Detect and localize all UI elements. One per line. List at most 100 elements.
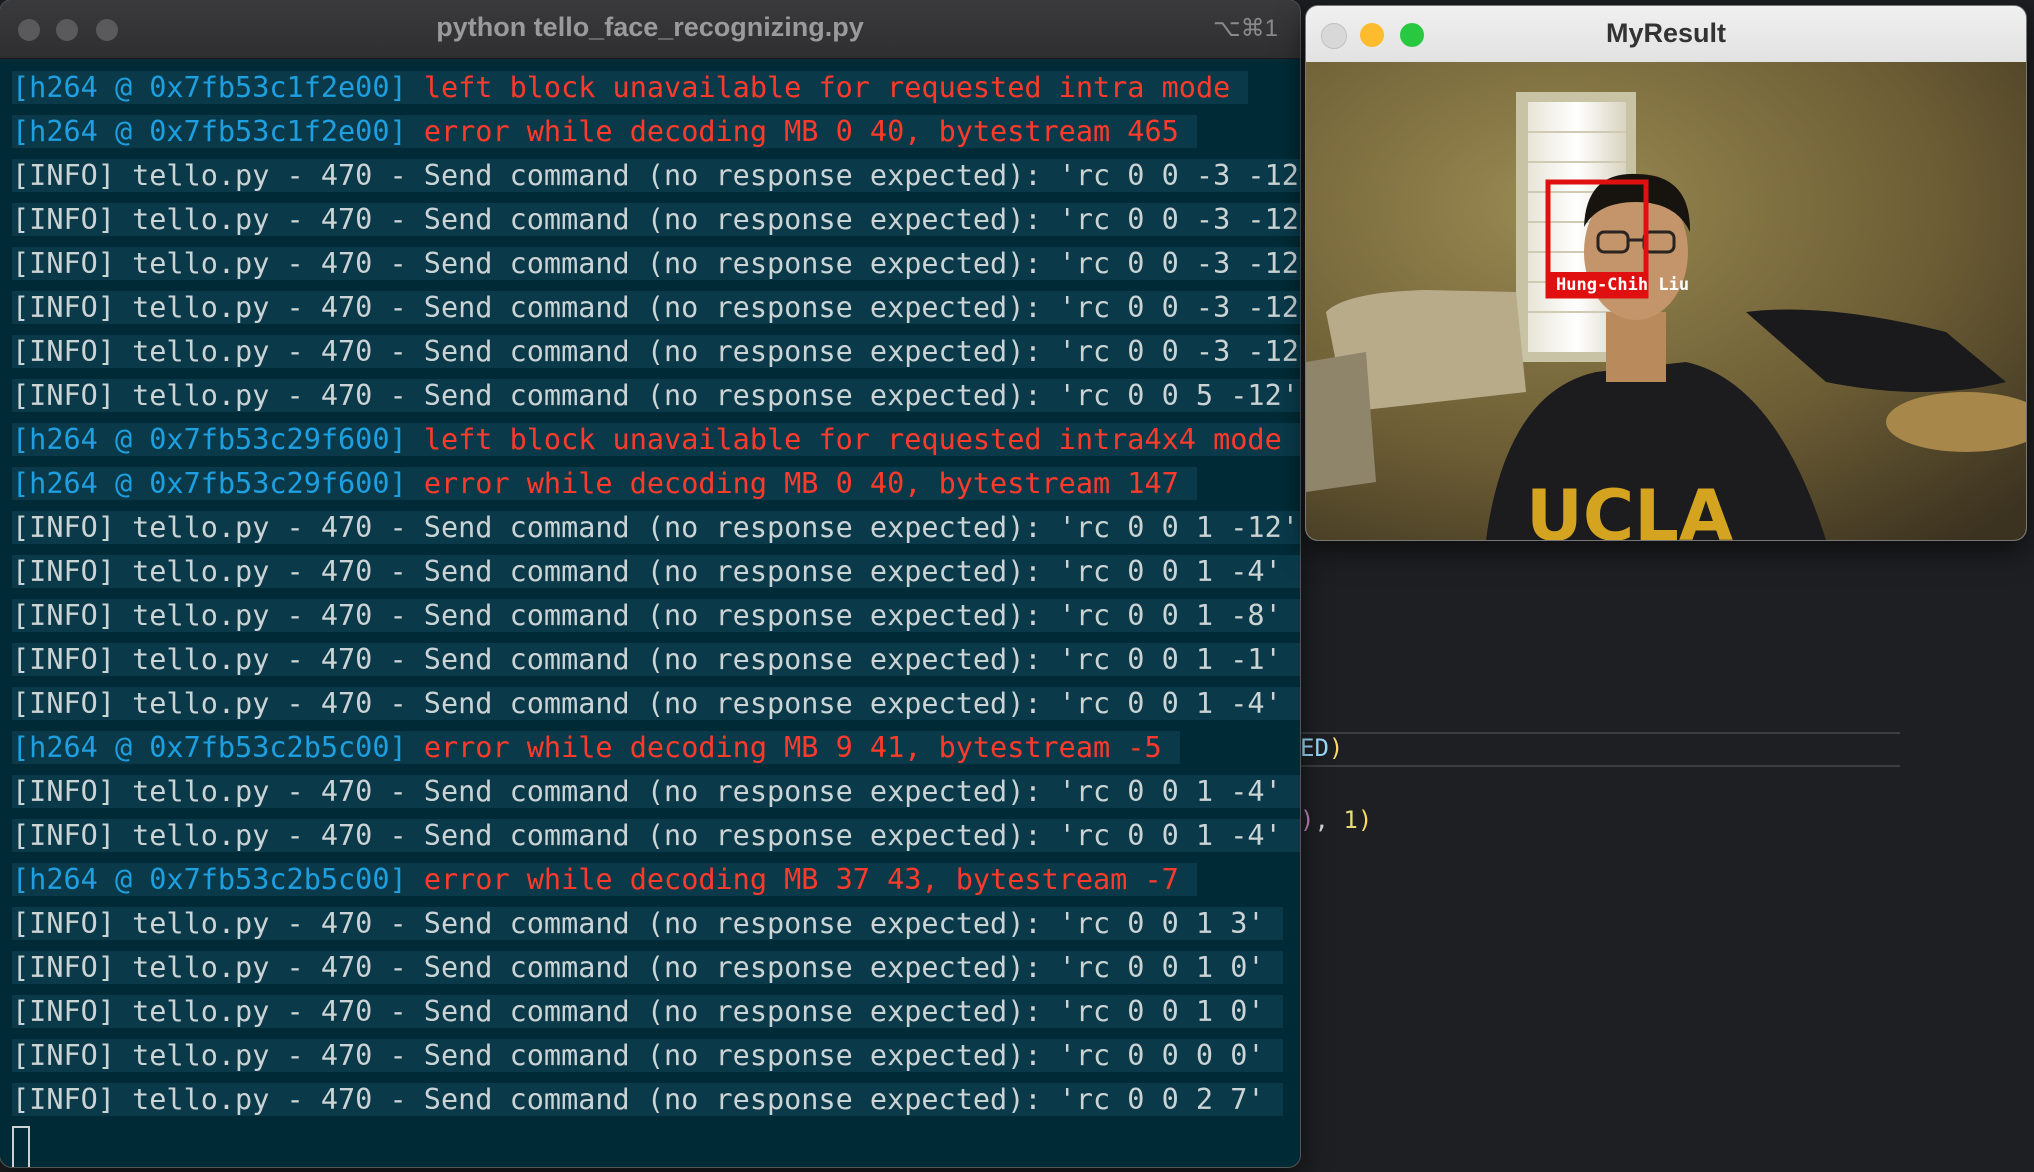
line-highlight: [h264 @ 0x7fb53c1f2e00] left block unava… <box>12 71 1249 104</box>
error-message: error while decoding MB 0 40, bytestream… <box>406 115 1179 148</box>
line-highlight: [h264 @ 0x7fb53c1f2e00] error while deco… <box>12 115 1197 148</box>
info-message: [INFO] tello.py - 470 - Send command (no… <box>12 1083 1265 1116</box>
error-message: left block unavailable for requested int… <box>406 423 1300 456</box>
result-window[interactable]: MyResult UCLA Hung-Chih Liu <box>1306 6 2026 540</box>
line-highlight: [INFO] tello.py - 470 - Send command (no… <box>12 379 1300 412</box>
line-highlight: [INFO] tello.py - 470 - Send command (no… <box>12 1083 1283 1116</box>
terminal-error-line: [h264 @ 0x7fb53c1f2e00] left block unava… <box>12 66 1300 110</box>
code-text: ED <box>1300 734 1329 762</box>
line-highlight: [h264 @ 0x7fb53c29f600] error while deco… <box>12 467 1197 500</box>
text-cursor <box>12 1126 30 1167</box>
code-fragment[interactable]: ED) <box>1300 734 1343 762</box>
info-message: [INFO] tello.py - 470 - Send command (no… <box>12 907 1265 940</box>
line-highlight: [h264 @ 0x7fb53c29f600] left block unava… <box>12 423 1300 456</box>
terminal-info-line: [INFO] tello.py - 470 - Send command (no… <box>12 286 1300 330</box>
code-number: 1 <box>1343 806 1358 834</box>
terminal-info-line: [INFO] tello.py - 470 - Send command (no… <box>12 770 1300 814</box>
terminal-error-line: [h264 @ 0x7fb53c29f600] error while deco… <box>12 462 1300 506</box>
line-highlight: [INFO] tello.py - 470 - Send command (no… <box>12 643 1300 676</box>
terminal-info-line: [INFO] tello.py - 470 - Send command (no… <box>12 154 1300 198</box>
line-highlight: [INFO] tello.py - 470 - Send command (no… <box>12 203 1300 236</box>
info-message: [INFO] tello.py - 470 - Send command (no… <box>12 247 1300 280</box>
line-highlight: [INFO] tello.py - 470 - Send command (no… <box>12 291 1300 324</box>
code-paren: ) <box>1300 806 1315 834</box>
terminal-error-line: [h264 @ 0x7fb53c2b5c00] error while deco… <box>12 858 1300 902</box>
info-message: [INFO] tello.py - 470 - Send command (no… <box>12 379 1299 412</box>
info-message: [INFO] tello.py - 470 - Send command (no… <box>12 555 1282 588</box>
line-highlight: [h264 @ 0x7fb53c2b5c00] error while deco… <box>12 731 1180 764</box>
line-highlight: [INFO] tello.py - 470 - Send command (no… <box>12 159 1300 192</box>
decoder-address: [h264 @ 0x7fb53c2b5c00] <box>12 863 407 896</box>
line-highlight: [INFO] tello.py - 470 - Send command (no… <box>12 819 1300 852</box>
terminal-info-line: [INFO] tello.py - 470 - Send command (no… <box>12 902 1300 946</box>
line-highlight: [INFO] tello.py - 470 - Send command (no… <box>12 951 1283 984</box>
terminal-info-line: [INFO] tello.py - 470 - Send command (no… <box>12 990 1300 1034</box>
info-message: [INFO] tello.py - 470 - Send command (no… <box>12 995 1265 1028</box>
error-message: error while decoding MB 0 40, bytestream… <box>406 467 1179 500</box>
person-neck <box>1606 312 1666 382</box>
info-message: [INFO] tello.py - 470 - Send command (no… <box>12 291 1300 324</box>
sofa-arm <box>1306 352 1376 492</box>
line-highlight: [INFO] tello.py - 470 - Send command (no… <box>12 335 1300 368</box>
info-message: [INFO] tello.py - 470 - Send command (no… <box>12 511 1299 544</box>
terminal-info-line: [INFO] tello.py - 470 - Send command (no… <box>12 506 1300 550</box>
face-name-label: Hung-Chih Liu <box>1556 275 1689 295</box>
terminal-info-line: [INFO] tello.py - 470 - Send command (no… <box>12 550 1300 594</box>
line-highlight: [h264 @ 0x7fb53c2b5c00] error while deco… <box>12 863 1197 896</box>
error-message: error while decoding MB 9 41, bytestream… <box>406 731 1162 764</box>
info-message: [INFO] tello.py - 470 - Send command (no… <box>12 687 1282 720</box>
info-message: [INFO] tello.py - 470 - Send command (no… <box>12 159 1300 192</box>
terminal-info-line: [INFO] tello.py - 470 - Send command (no… <box>12 682 1300 726</box>
terminal-title: python tello_face_recognizing.py <box>436 12 864 42</box>
line-highlight: [INFO] tello.py - 470 - Send command (no… <box>12 1039 1283 1072</box>
terminal-info-line: [INFO] tello.py - 470 - Send command (no… <box>12 1078 1300 1122</box>
decoder-address: [h264 @ 0x7fb53c29f600] <box>12 467 407 500</box>
terminal-info-line: [INFO] tello.py - 470 - Send command (no… <box>12 1034 1300 1078</box>
code-paren: ) <box>1357 806 1373 834</box>
code-fragment[interactable]: ), 1) <box>1300 806 1372 834</box>
result-titlebar[interactable]: MyResult <box>1306 6 2026 63</box>
line-highlight: [INFO] tello.py - 470 - Send command (no… <box>12 511 1300 544</box>
info-message: [INFO] tello.py - 470 - Send command (no… <box>12 599 1282 632</box>
terminal-info-line: [INFO] tello.py - 470 - Send command (no… <box>12 594 1300 638</box>
info-message: [INFO] tello.py - 470 - Send command (no… <box>12 1039 1265 1072</box>
error-message: left block unavailable for requested int… <box>406 71 1231 104</box>
info-message: [INFO] tello.py - 470 - Send command (no… <box>12 643 1282 676</box>
decoder-address: [h264 @ 0x7fb53c1f2e00] <box>12 115 407 148</box>
code-paren: ) <box>1328 734 1344 762</box>
info-message: [INFO] tello.py - 470 - Send command (no… <box>12 335 1300 368</box>
terminal-info-line: [INFO] tello.py - 470 - Send command (no… <box>12 814 1300 858</box>
line-highlight: [INFO] tello.py - 470 - Send command (no… <box>12 775 1300 808</box>
terminal-info-line: [INFO] tello.py - 470 - Send command (no… <box>12 330 1300 374</box>
decoder-address: [h264 @ 0x7fb53c29f600] <box>12 423 407 456</box>
line-highlight: [INFO] tello.py - 470 - Send command (no… <box>12 555 1300 588</box>
prompt-line[interactable] <box>12 1122 1300 1167</box>
terminal-window[interactable]: python tello_face_recognizing.py ⌥⌘1 [h2… <box>0 0 1300 1167</box>
result-title: MyResult <box>1605 18 1727 48</box>
terminal-error-line: [h264 @ 0x7fb53c1f2e00] error while deco… <box>12 110 1300 154</box>
decoder-address: [h264 @ 0x7fb53c2b5c00] <box>12 731 407 764</box>
shirt-print: UCLA <box>1526 475 1733 540</box>
code-text: , <box>1314 806 1344 834</box>
editor-divider <box>1300 765 1900 767</box>
line-highlight: [INFO] tello.py - 470 - Send command (no… <box>12 687 1300 720</box>
error-message: error while decoding MB 37 43, bytestrea… <box>406 863 1179 896</box>
decoder-address: [h264 @ 0x7fb53c1f2e00] <box>12 71 407 104</box>
line-highlight: [INFO] tello.py - 470 - Send command (no… <box>12 247 1300 280</box>
terminal-info-line: [INFO] tello.py - 470 - Send command (no… <box>12 638 1300 682</box>
terminal-info-line: [INFO] tello.py - 470 - Send command (no… <box>12 374 1300 418</box>
terminal-titlebar[interactable]: python tello_face_recognizing.py ⌥⌘1 <box>0 0 1300 59</box>
terminal-info-line: [INFO] tello.py - 470 - Send command (no… <box>12 198 1300 242</box>
camera-frame: UCLA Hung-Chih Liu <box>1306 62 2026 540</box>
info-message: [INFO] tello.py - 470 - Send command (no… <box>12 203 1300 236</box>
terminal-output[interactable]: [h264 @ 0x7fb53c1f2e00] left block unava… <box>0 58 1300 1167</box>
editor-divider <box>1300 732 1900 734</box>
terminal-info-line: [INFO] tello.py - 470 - Send command (no… <box>12 946 1300 990</box>
line-highlight: [INFO] tello.py - 470 - Send command (no… <box>12 907 1283 940</box>
terminal-error-line: [h264 @ 0x7fb53c29f600] left block unava… <box>12 418 1300 462</box>
terminal-error-line: [h264 @ 0x7fb53c2b5c00] error while deco… <box>12 726 1300 770</box>
line-highlight: [INFO] tello.py - 470 - Send command (no… <box>12 599 1300 632</box>
info-message: [INFO] tello.py - 470 - Send command (no… <box>12 951 1265 984</box>
info-message: [INFO] tello.py - 470 - Send command (no… <box>12 819 1282 852</box>
info-message: [INFO] tello.py - 470 - Send command (no… <box>12 775 1282 808</box>
